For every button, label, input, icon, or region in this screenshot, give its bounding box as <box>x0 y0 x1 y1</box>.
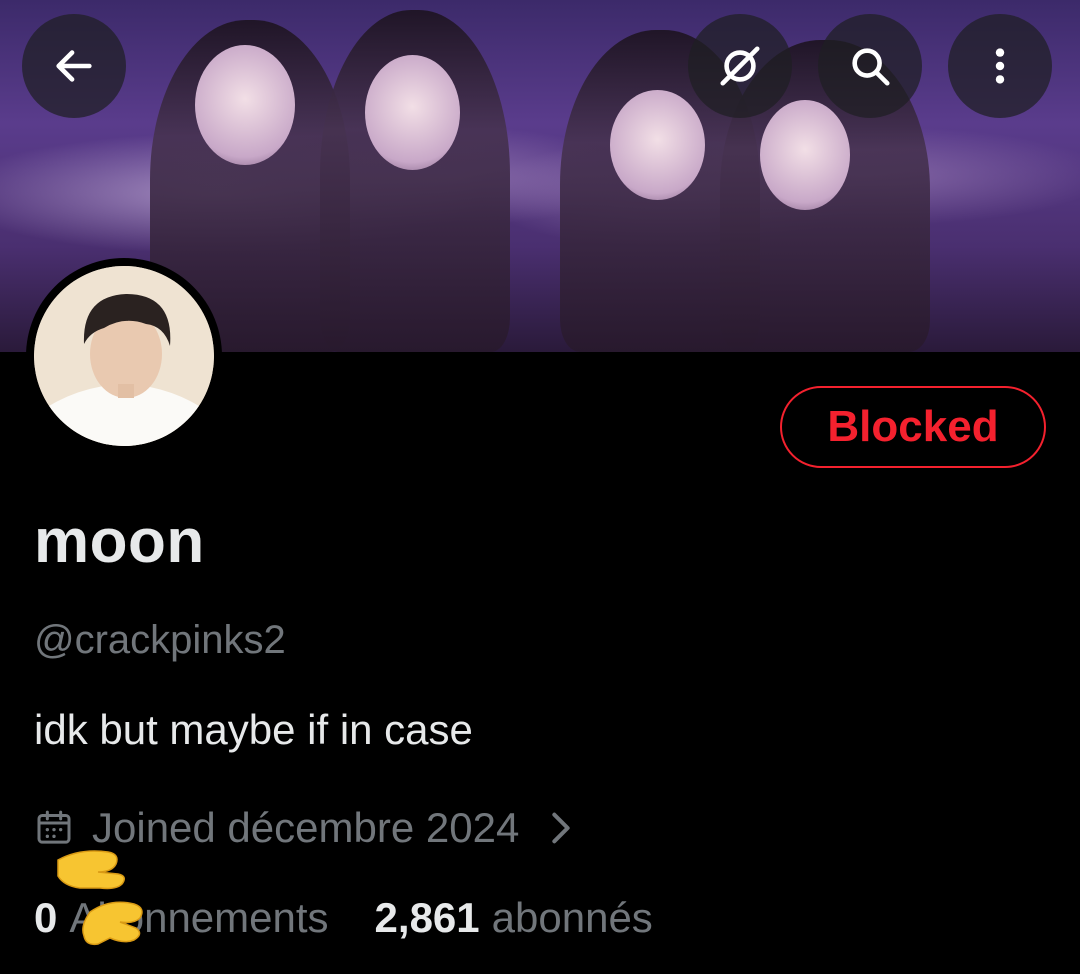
profile-bio: idk but maybe if in case <box>34 706 473 753</box>
display-name: moon <box>34 507 205 576</box>
blocked-button[interactable]: Blocked <box>780 386 1046 468</box>
search-icon <box>852 48 890 86</box>
username-handle: @crackpinks2 <box>34 618 286 662</box>
followers-count: 2,861 <box>374 894 480 941</box>
grok-icon <box>720 46 760 86</box>
followers-label: abonnés <box>491 894 653 941</box>
banner-face <box>610 90 705 200</box>
waving-hands-icon <box>57 850 143 946</box>
search-button[interactable] <box>818 14 922 118</box>
avatar <box>34 266 214 446</box>
avatar-image <box>34 266 214 446</box>
banner-face <box>365 55 460 170</box>
banner-face <box>760 100 850 210</box>
avatar-container[interactable] <box>26 258 222 454</box>
joined-date-text: Joined décembre 2024 <box>92 804 520 851</box>
grok-button[interactable] <box>688 14 792 118</box>
more-button[interactable] <box>948 14 1052 118</box>
banner-face <box>195 45 295 165</box>
chevron-right-icon <box>552 812 570 844</box>
followers-stat[interactable]: 2,861 abonnés <box>375 894 653 942</box>
arrow-left-icon <box>56 50 92 82</box>
back-button[interactable] <box>22 14 126 118</box>
more-vertical-icon <box>995 48 1005 84</box>
